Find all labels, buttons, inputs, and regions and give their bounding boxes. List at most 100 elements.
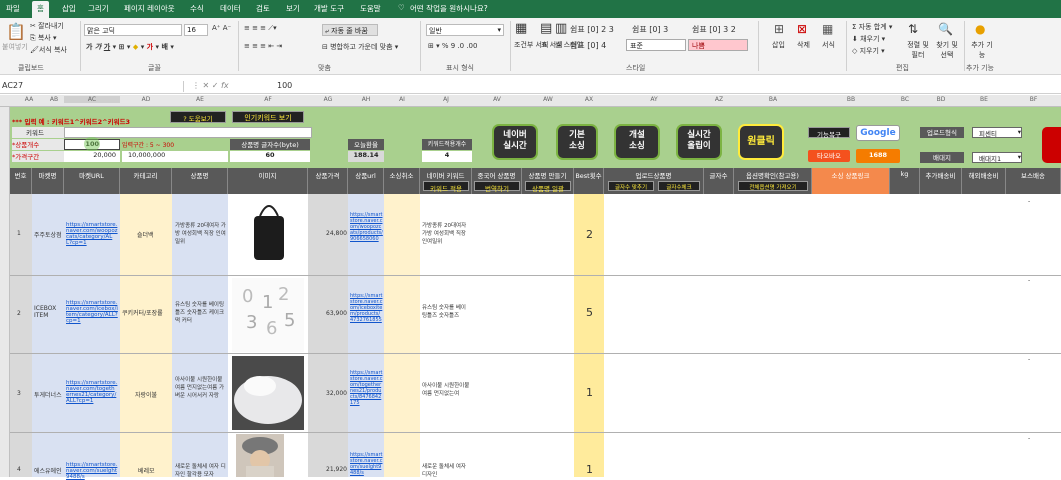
apply-keyword-button[interactable]: 키워드 적용 xyxy=(423,181,469,193)
style-normal[interactable]: 표준 xyxy=(626,39,686,51)
keyword-input[interactable] xyxy=(64,127,312,138)
addin-button[interactable]: 추가 기능 xyxy=(970,40,994,60)
col-header[interactable]: AX xyxy=(574,96,604,103)
number-format-select[interactable]: 일반 ▾ xyxy=(426,24,504,36)
taobao-button[interactable]: 타오바오 xyxy=(808,150,850,162)
font-name-select[interactable]: 맑은 고딕 xyxy=(84,24,182,36)
price-min-input[interactable]: 20,000 xyxy=(64,151,120,162)
tab-review[interactable]: 검토 xyxy=(256,3,270,14)
fill-button[interactable]: ⬇ 채우기 ▾ xyxy=(852,34,885,44)
formula-input[interactable]: 100 xyxy=(277,81,292,90)
tab-page-layout[interactable]: 페이지 레이아웃 xyxy=(124,3,175,14)
font-grow-icon[interactable]: A⁺ A⁻ xyxy=(212,24,231,32)
col-header[interactable]: BE xyxy=(962,96,1006,103)
format-cells-button[interactable]: 서식 xyxy=(822,40,835,50)
tab-developer[interactable]: 개발 도구 xyxy=(314,3,344,14)
col-header[interactable]: AZ xyxy=(704,96,734,103)
custom-sourcing-button[interactable]: 개설 소싱 xyxy=(614,124,660,160)
col-header[interactable]: AH xyxy=(348,96,384,103)
clear-button[interactable]: ◇ 지우기 ▾ xyxy=(852,46,885,56)
addin-icon[interactable]: ● xyxy=(975,22,985,36)
basic-sourcing-button[interactable]: 기본 소싱 xyxy=(556,124,598,160)
col-header[interactable]: AA xyxy=(14,96,44,103)
row-product-url[interactable]: https://smartstore.naver.com/iceboxitem/… xyxy=(350,293,383,323)
guide-button[interactable]: ? 도움보기 xyxy=(170,111,226,123)
tab-view[interactable]: 보기 xyxy=(286,3,300,14)
row-market-url[interactable]: https://smartstore.naver.com/icebox/item… xyxy=(66,300,118,324)
sort-filter-button[interactable]: 정렬 및 필터 xyxy=(904,40,932,60)
red-action-button[interactable] xyxy=(1042,127,1061,163)
bold-button[interactable]: 가 가 가 ▾ ⊞ ▾ ◆ ▾ 가 ▾ 배 ▾ xyxy=(86,42,174,52)
cut-button[interactable]: ✂ 잘라내기 xyxy=(30,21,64,31)
upload-format-select[interactable]: 피센티 ▾ xyxy=(972,127,1022,138)
row-product-url[interactable]: https://smartstore.naver.com/suelght9488… xyxy=(350,452,383,476)
google-button[interactable]: Google xyxy=(856,125,900,141)
col-header[interactable]: BA xyxy=(734,96,812,103)
style-bad[interactable]: 나쁨 xyxy=(688,39,748,51)
number-format-icons[interactable]: ⊞ ▾ % 9 .0 .00 xyxy=(428,42,477,50)
tab-draw[interactable]: 그리기 xyxy=(88,3,109,14)
tell-me-search[interactable]: 어떤 작업을 원하시나요? xyxy=(410,3,488,14)
align-left-icons[interactable]: ≡ ≡ ≡ ⇤ ⇥ xyxy=(244,42,282,50)
row-market-url[interactable]: https://smartstore.naver.com/suelght9488… xyxy=(66,462,118,480)
col-header[interactable]: AF xyxy=(228,96,308,103)
font-size-select[interactable]: 16 xyxy=(184,24,208,36)
paste-button[interactable]: 붙여넣기 xyxy=(2,42,28,52)
row-product-url[interactable]: https://smartstore.naver.com/woopozcats/… xyxy=(350,212,383,242)
find-select-icon[interactable]: 🔍 xyxy=(938,22,953,36)
col-header[interactable]: AE xyxy=(172,96,228,103)
col-header[interactable]: AC xyxy=(64,96,120,103)
naver-realtime-button[interactable]: 네이버 실시간 xyxy=(492,124,538,160)
col-header[interactable]: AG xyxy=(308,96,348,103)
tab-insert[interactable]: 삽입 xyxy=(62,3,76,14)
realtime-upload-button[interactable]: 실시간 올립이 xyxy=(676,124,722,160)
tab-home[interactable]: 홈 xyxy=(32,1,49,18)
one-click-button[interactable]: 원클릭 xyxy=(738,124,784,160)
style-comma-32[interactable]: 쉼표 [0] 3 2 xyxy=(692,24,736,35)
conditional-format-icon[interactable]: ▦ xyxy=(515,21,527,36)
format-cells-icon[interactable]: ▦ xyxy=(822,22,833,36)
find-select-button[interactable]: 찾기 및 선택 xyxy=(932,40,962,60)
sort-filter-icon[interactable]: ⇅ xyxy=(908,22,918,36)
tab-help[interactable]: 도움말 xyxy=(360,3,381,14)
cell-styles-icon[interactable]: ▥ xyxy=(555,21,567,36)
col-header[interactable]: AJ xyxy=(420,96,472,103)
fit-chars-button[interactable]: 글자수 맞추기 xyxy=(608,181,654,191)
col-header[interactable]: BC xyxy=(890,96,920,103)
col-header[interactable]: AB xyxy=(44,96,64,103)
col-header[interactable]: AV xyxy=(472,96,522,103)
col-header[interactable]: AI xyxy=(384,96,420,103)
title-len-value[interactable]: 60 xyxy=(230,151,310,162)
row-market-url[interactable]: https://smartstore.naver.com/woopozcats/… xyxy=(66,222,118,246)
price-max-input[interactable]: 10,000,000 xyxy=(122,151,228,162)
restore-button[interactable]: 기능복구 xyxy=(808,127,850,139)
tab-data[interactable]: 데이터 xyxy=(220,3,241,14)
col-header[interactable]: AW xyxy=(522,96,574,103)
insert-cells-button[interactable]: 삽입 xyxy=(772,40,785,50)
delete-cells-icon[interactable]: ⊠ xyxy=(797,22,807,36)
style-comma-4[interactable]: 쉼표 [0] 4 xyxy=(570,40,606,51)
wrap-text-button[interactable]: ⤶ 자동 줄 바꿈 xyxy=(322,24,378,36)
style-comma-3[interactable]: 쉼표 [0] 3 xyxy=(632,24,668,35)
format-painter-button[interactable]: 🖌서식 복사 xyxy=(30,45,67,55)
tab-formulas[interactable]: 수식 xyxy=(190,3,204,14)
col-header[interactable]: AY xyxy=(604,96,704,103)
ship-select[interactable]: 배대지1 ▾ xyxy=(972,152,1022,163)
popular-keyword-button[interactable]: 인기키워드 보기 xyxy=(232,111,304,123)
align-top-icons[interactable]: ≡ ≡ ≡ ⟋▾ xyxy=(244,24,277,33)
fetch-options-button[interactable]: 전체옵션명 가져오기 xyxy=(738,181,808,191)
col-header[interactable]: BD xyxy=(920,96,962,103)
1688-button[interactable]: 1688 xyxy=(856,149,900,163)
bulk-name-button[interactable]: 상품명 일괄 xyxy=(525,181,571,193)
formula-icons[interactable]: ⋮ ✕ ✓ fx xyxy=(192,81,229,90)
check-chars-button[interactable]: 글자수체크 xyxy=(658,181,700,191)
col-header[interactable]: AD xyxy=(120,96,172,103)
style-comma-23[interactable]: 쉼표 [0] 2 3 xyxy=(570,24,614,35)
insert-cells-icon[interactable]: ⊞ xyxy=(774,22,784,36)
col-header[interactable]: BF xyxy=(1006,96,1061,103)
table-format-icon[interactable]: ▤ xyxy=(540,21,552,36)
copy-button[interactable]: ⎘ 복사 ▾ xyxy=(30,33,56,43)
tab-file[interactable]: 파일 xyxy=(6,3,20,14)
delete-cells-button[interactable]: 삭제 xyxy=(797,40,810,50)
merge-center-button[interactable]: ⊟ 병합하고 가운데 맞춤 ▾ xyxy=(322,42,398,52)
